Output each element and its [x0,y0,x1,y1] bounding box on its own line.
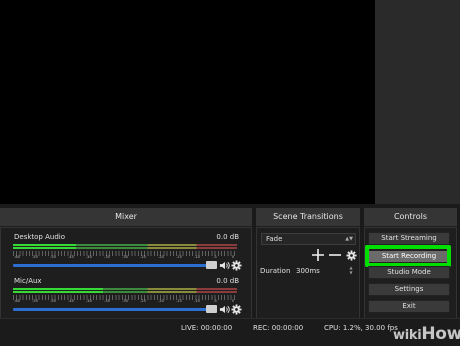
exit-button[interactable]: Exit [368,300,450,313]
transition-select[interactable]: Fade ▲▼ [261,233,356,245]
meter-level [13,244,76,246]
controls-body: Start Streaming Start Recording Studio M… [364,227,457,324]
duration-label: Duration [260,267,291,275]
status-bar: LIVE: 00:00:00 REC: 00:00:00 CPU: 1.2%, … [0,318,460,346]
preview-canvas[interactable] [0,0,375,204]
tick-label: -45 [68,299,74,303]
speaker-icon[interactable] [219,304,230,315]
meter-level [13,247,76,249]
controls-dock: Controls Start Streaming Start Recording… [364,208,457,324]
meter-level [13,291,103,293]
tick-label: -20 [158,299,164,303]
mixer-channel-mic-aux: Mic/Aux 0.0 dB -60 -55 -50 -45 -40 -35 -30 -25-… [13,277,242,321]
chevron-updown-icon: ▲▼ [345,236,353,242]
settings-button[interactable]: Settings [368,283,450,296]
live-status: LIVE: 00:00:00 [181,324,233,332]
tick-label: -40 [86,299,92,303]
tick-label: -25 [140,299,146,303]
channel-name: Desktop Audio [14,233,65,241]
tick-label: -55 [32,255,38,259]
rec-status: REC: 00:00:00 [253,324,304,332]
volume-slider-handle[interactable] [206,305,217,313]
tick-label: -50 [50,255,56,259]
duration-input[interactable]: 300ms [296,267,320,275]
volume-slider-handle[interactable] [206,261,217,269]
watermark-wiki: wiki [393,328,422,343]
tick-label: -30 [122,255,128,259]
preview-area [0,0,460,204]
tick-label: -10 [194,255,200,259]
tick-label: 0 [231,299,235,303]
gear-icon[interactable] [231,304,242,315]
level-meter-right [13,291,237,293]
mixer-dock: Mixer Desktop Audio 0.0 dB -60 -55 -50 -45-… [0,208,252,324]
tick-label: -60 [14,255,20,259]
watermark-how: How [421,324,460,344]
meter-tick-labels: -60 -55 -50 -45 -40 -35 -30 -25 -20 -15 -10 -5 0 [13,255,237,261]
tick-label: -35 [104,255,110,259]
volume-slider[interactable] [13,264,209,267]
level-meter-right [13,247,237,249]
start-streaming-button[interactable]: Start Streaming [368,232,450,245]
tick-label: -15 [176,255,182,259]
remove-icon[interactable] [329,248,341,262]
volume-slider[interactable] [13,308,209,311]
tick-label: -15 [176,299,182,303]
tick-label: -20 [158,255,164,259]
mixer-title: Mixer [0,208,252,227]
level-meter-left [13,244,237,246]
tick-label: -60 [14,299,20,303]
duration-spinner-icon[interactable]: ▲ ▼ [347,265,355,276]
mixer-body: Desktop Audio 0.0 dB -60 -55 -50 -45 -40 -35-… [0,227,252,324]
scene-transitions-title: Scene Transitions [256,208,360,227]
tick-label: -40 [86,255,92,259]
scene-transitions-body: Fade ▲▼ Duration 300ms ▲ ▼ [256,227,360,324]
cpu-status: CPU: 1.2%, 30.00 fps [324,324,398,332]
tick-label: 0 [231,255,235,259]
scene-transitions-dock: Scene Transitions Fade ▲▼ Duration 300ms… [256,208,360,324]
transition-select-value: Fade [266,235,283,243]
start-recording-button[interactable]: Start Recording [368,250,450,263]
gear-icon[interactable] [346,250,357,261]
tick-label: -35 [104,299,110,303]
controls-title: Controls [364,208,457,227]
tick-label: -25 [140,255,146,259]
tick-label: -5 [213,255,217,259]
channel-db: 0.0 dB [216,277,239,285]
mixer-channel-desktop-audio: Desktop Audio 0.0 dB -60 -55 -50 -45 -40 -35-… [13,233,242,277]
meter-level [13,288,103,290]
studio-mode-button[interactable]: Studio Mode [368,266,450,279]
wikihow-watermark: wikiHow [393,324,460,344]
add-icon[interactable] [312,248,324,262]
speaker-icon[interactable] [219,260,230,271]
meter-tick-labels: -60 -55 -50 -45 -40 -35 -30 -25 -20 -15 -10 -5 0 [13,299,237,305]
tick-label: -45 [68,255,74,259]
tick-label: -50 [50,299,56,303]
tick-label: -10 [194,299,200,303]
channel-name: Mic/Aux [14,277,42,285]
gear-icon[interactable] [231,260,242,271]
tick-label: -55 [32,299,38,303]
tick-label: -5 [213,299,217,303]
channel-db: 0.0 dB [216,233,239,241]
level-meter-left [13,288,237,290]
tick-label: -30 [122,299,128,303]
